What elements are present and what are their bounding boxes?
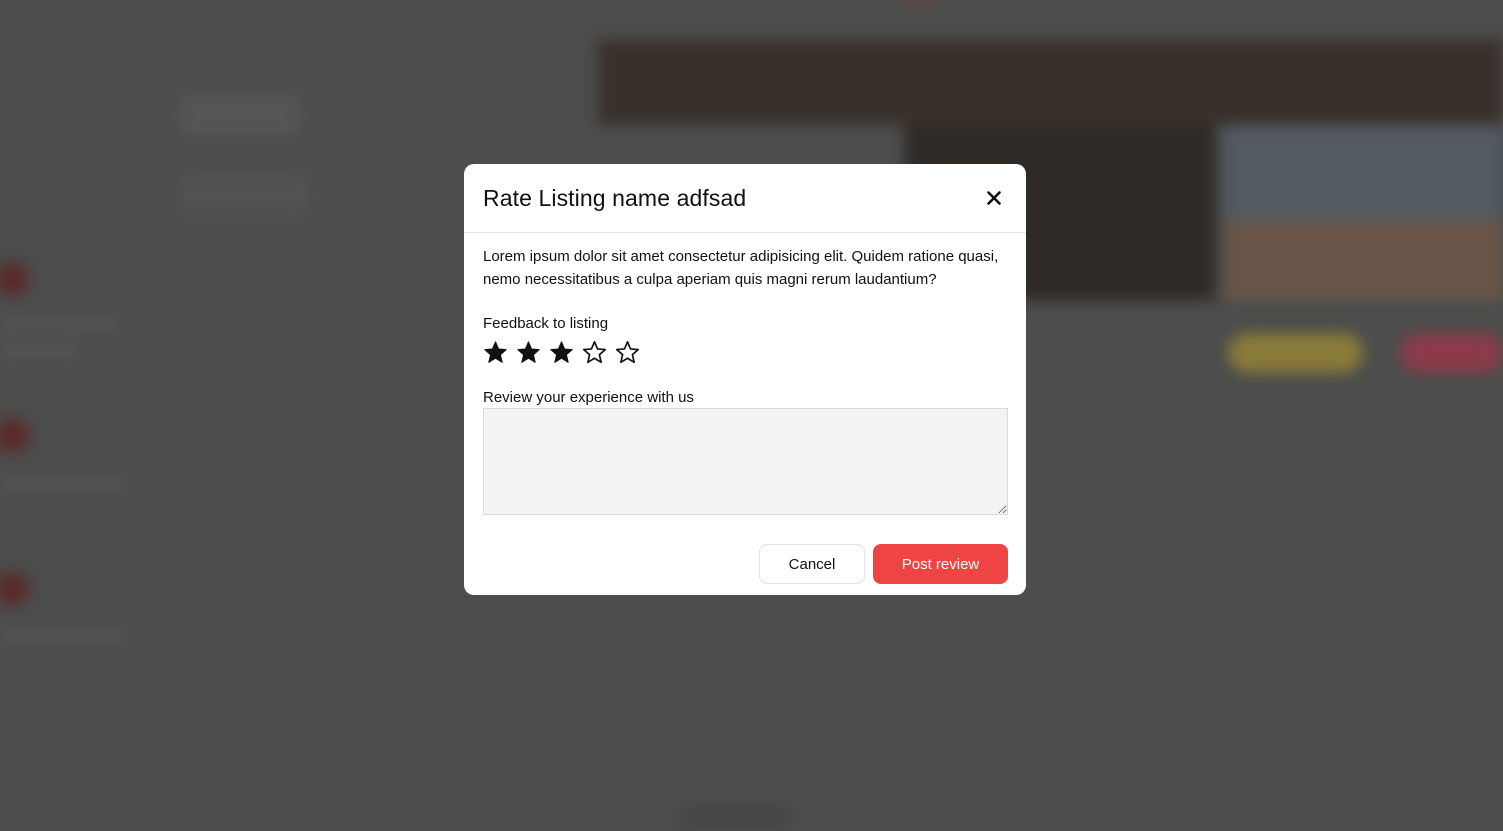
modal-description: Lorem ipsum dolor sit amet consectetur a… [483,248,999,288]
modal-title: Rate Listing name adfsad [483,184,747,211]
background-card [180,95,300,135]
review-label: Review your experience with us [483,389,694,406]
background-avatar [0,418,29,452]
background-text-line [0,320,120,330]
background-accent [900,0,940,4]
background-footer [680,808,790,826]
background-text-line [0,478,125,488]
cancel-button[interactable]: Cancel [759,544,865,584]
star-filled-icon[interactable] [549,340,574,365]
background-text-line [0,630,125,640]
modal-footer: Cancel Post review [759,544,1008,584]
close-icon [987,191,1001,205]
star-outline-icon[interactable] [582,340,607,365]
background-button [1400,333,1503,373]
post-review-button[interactable]: Post review [873,544,1008,584]
modal-header: Rate Listing name adfsad [464,164,1026,233]
review-textarea[interactable] [483,408,1008,515]
feedback-label: Feedback to listing [483,315,609,332]
modal-body: Lorem ipsum dolor sit amet consectetur a… [464,233,1026,515]
background-text-line [0,345,80,355]
star-rating [483,337,1008,367]
background-avatar [0,262,29,296]
background-card [180,175,310,215]
star-outline-icon[interactable] [615,340,640,365]
background-image [1225,125,1503,300]
rate-listing-modal: Rate Listing name adfsad Lorem ipsum dol… [464,164,1026,595]
star-filled-icon[interactable] [516,340,541,365]
background-button [1228,333,1363,373]
star-filled-icon[interactable] [483,340,508,365]
background-hero-banner [598,40,1503,125]
background-avatar [0,572,29,606]
close-button[interactable] [980,184,1008,212]
